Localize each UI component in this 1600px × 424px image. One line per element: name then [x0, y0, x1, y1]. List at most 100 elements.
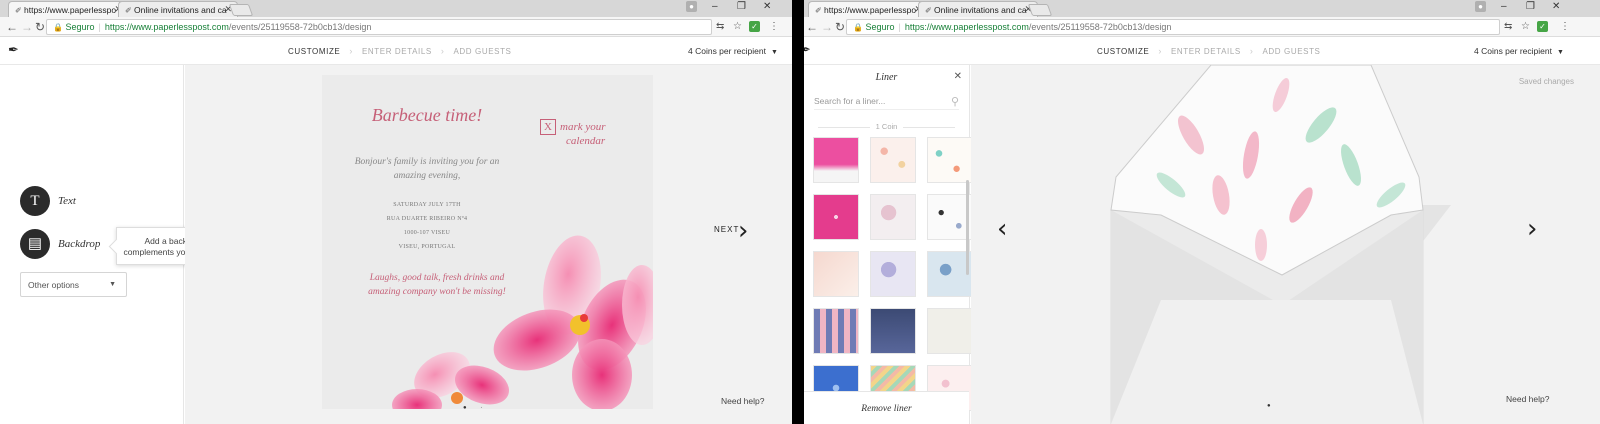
tab-online-invitations[interactable]: ✐ Online invitations and ca ✕ [118, 1, 238, 17]
reload-icon[interactable]: ↻ [35, 20, 45, 34]
step-nav: CUSTOMIZE › ENTER DETAILS › ADD GUESTS [288, 46, 512, 56]
paperless-post-logo-icon[interactable]: ✒ [804, 42, 811, 58]
forward-icon[interactable]: → [21, 20, 33, 34]
search-icon[interactable]: ⚲ [951, 95, 959, 108]
translate-icon[interactable]: ⇆ [716, 20, 724, 34]
text-tool-label[interactable]: Text [58, 195, 76, 207]
reload-icon[interactable]: ↻ [835, 20, 845, 34]
coin-price-label: 1 Coin [804, 122, 969, 131]
liner-swatch[interactable] [927, 308, 973, 354]
tab-paperless-post[interactable]: ✐https://www.paperlesspo✕ [808, 1, 928, 17]
menu-kebab-icon[interactable]: ⋮ [769, 20, 779, 34]
close-window-icon[interactable]: ✕ [763, 1, 771, 12]
need-help-link[interactable]: Need help? [1506, 394, 1549, 404]
bird-favicon-icon: ✐ [15, 6, 22, 15]
chevron-right-icon: › [440, 46, 445, 56]
close-panel-icon[interactable]: ✕ [954, 71, 962, 82]
bird-favicon-icon: ✐ [125, 6, 132, 15]
bookmark-star-icon[interactable]: ☆ [733, 20, 742, 34]
card-title: Barbecue time! [371, 105, 483, 125]
card-date: SATURDAY JULY 17TH [393, 202, 461, 208]
need-help-link[interactable]: Need help? [721, 396, 764, 406]
bird-favicon-icon: ✐ [815, 6, 822, 15]
site-header: ✒ CUSTOMIZE › ENTER DETAILS › ADD GUESTS 4 C… [0, 37, 792, 65]
tab-strip: ✐https://www.paperlesspo✕ ✐Online invita… [0, 0, 792, 17]
card-intro: Bonjour's family is inviting you for an a… [354, 157, 500, 181]
close-window-icon[interactable]: ✕ [1552, 1, 1560, 12]
minimize-icon[interactable]: – [1501, 1, 1507, 12]
tab-strip: ✐https://www.paperlesspo✕ ✐Online invita… [804, 0, 1600, 17]
envelope-preview[interactable] [971, 65, 1600, 424]
other-options-select[interactable]: Other options ▼ [20, 272, 127, 297]
back-icon[interactable]: ← [6, 20, 18, 34]
page-dots[interactable]: ● [1267, 403, 1277, 409]
backdrop-tool-button[interactable]: ▤ [20, 229, 50, 259]
caret-down-icon: ▼ [1556, 49, 1564, 56]
liner-swatch[interactable] [813, 137, 859, 183]
new-tab-button[interactable] [228, 4, 254, 16]
step-add-guests[interactable]: ADD GUESTS [453, 47, 511, 56]
menu-kebab-icon[interactable]: ⋮ [1560, 20, 1570, 34]
step-enter-details[interactable]: ENTER DETAILS [362, 47, 432, 56]
tab-paperless-post[interactable]: ✐https://www.paperlesspo✕ [8, 1, 128, 17]
card-street: RUA DUARTE RIBEIRO Nº4 [386, 216, 468, 222]
extension-icon[interactable]: ✓ [1537, 21, 1548, 32]
bird-favicon-icon: ✐ [925, 6, 932, 15]
next-button[interactable]: NEXT [714, 225, 739, 234]
translate-icon[interactable]: ⇆ [1504, 20, 1512, 34]
lock-icon: 🔒 [853, 23, 863, 32]
extension-icon[interactable]: ✓ [749, 21, 760, 32]
backdrop-tool-label[interactable]: Backdrop [58, 238, 100, 250]
secure-indicator: 🔒 Seguro [853, 22, 895, 32]
caret-down-icon: ▼ [109, 281, 116, 288]
liner-swatch[interactable] [813, 251, 859, 297]
card-closing: Laughs, good talk, fresh drinks and amazi… [368, 273, 506, 297]
liner-scrollbar[interactable] [966, 180, 969, 275]
coins-dropdown[interactable]: 4 Coins per recipient ▼ [1474, 46, 1564, 56]
liner-swatch[interactable] [870, 137, 916, 183]
back-icon[interactable]: ← [806, 20, 818, 34]
paperless-post-logo-icon[interactable]: ✒ [8, 42, 19, 58]
secure-indicator: 🔒 Seguro [53, 22, 95, 32]
new-tab-button[interactable] [1027, 4, 1053, 16]
liner-search-input[interactable]: Search for a liner... ⚲ [814, 96, 959, 110]
browser-window-right: ✐https://www.paperlesspo✕ ✐Online invita… [804, 0, 1600, 424]
omnibox[interactable]: 🔒 Seguro | https://www.paperlesspost.com/e… [846, 19, 1500, 35]
liner-swatch[interactable] [870, 194, 916, 240]
liner-panel-title: Liner [875, 72, 898, 83]
bookmark-star-icon[interactable]: ☆ [1521, 20, 1530, 34]
step-customize[interactable]: CUSTOMIZE [1097, 47, 1149, 56]
step-add-guests[interactable]: ADD GUESTS [1262, 47, 1320, 56]
paint-roller-icon: ▤ [27, 236, 43, 252]
card-stage: Barbecue time! Bonjour's family is invit… [185, 65, 792, 424]
liner-swatch[interactable] [870, 308, 916, 354]
next-chevron-icon[interactable]: › [1527, 216, 1537, 242]
liner-swatch[interactable] [813, 194, 859, 240]
chevron-right-icon: › [349, 46, 353, 56]
address-toolbar: ← → ↻ 🔒 Seguro | https://www.paperlesspost… [0, 17, 792, 37]
step-enter-details[interactable]: ENTER DETAILS [1171, 47, 1241, 56]
liner-swatch[interactable] [870, 251, 916, 297]
previous-chevron-icon[interactable]: ‹ [997, 216, 1007, 242]
address-toolbar: ← → ↻ 🔒 Seguro | https://www.paperlesspost… [804, 17, 1600, 37]
minimize-icon[interactable]: – [712, 1, 718, 12]
forward-icon[interactable]: → [821, 20, 833, 34]
calendar-box-icon: X [540, 119, 556, 135]
omnibox[interactable]: 🔒 Seguro | https://www.paperlesspost.com/e… [46, 19, 712, 35]
tab-online-invitations[interactable]: ✐ Online invitations and ca ✕ [918, 1, 1038, 17]
remove-liner-button[interactable]: Remove liner [804, 391, 969, 424]
text-tool-button[interactable]: T [20, 186, 50, 216]
coins-dropdown[interactable]: 4 Coins per recipient ▼ [688, 46, 778, 56]
invitation-card[interactable]: Barbecue time! Bonjour's family is invit… [322, 75, 653, 409]
page-dots[interactable]: ● · [463, 405, 488, 411]
restore-icon[interactable]: ❐ [1526, 1, 1535, 12]
mark-your-calendar-stamp[interactable]: Xmark your calendar [540, 119, 606, 148]
liner-swatch[interactable] [927, 137, 973, 183]
profile-avatar-icon[interactable]: ● [686, 1, 697, 12]
next-chevron-icon[interactable]: › [738, 218, 748, 244]
restore-icon[interactable]: ❐ [737, 1, 746, 12]
step-customize[interactable]: CUSTOMIZE [288, 47, 340, 56]
liner-panel: Liner ✕ Search for a liner... ⚲ 1 Coin Re… [804, 65, 973, 424]
liner-swatch[interactable] [813, 308, 859, 354]
profile-avatar-icon[interactable]: ● [1475, 1, 1486, 12]
